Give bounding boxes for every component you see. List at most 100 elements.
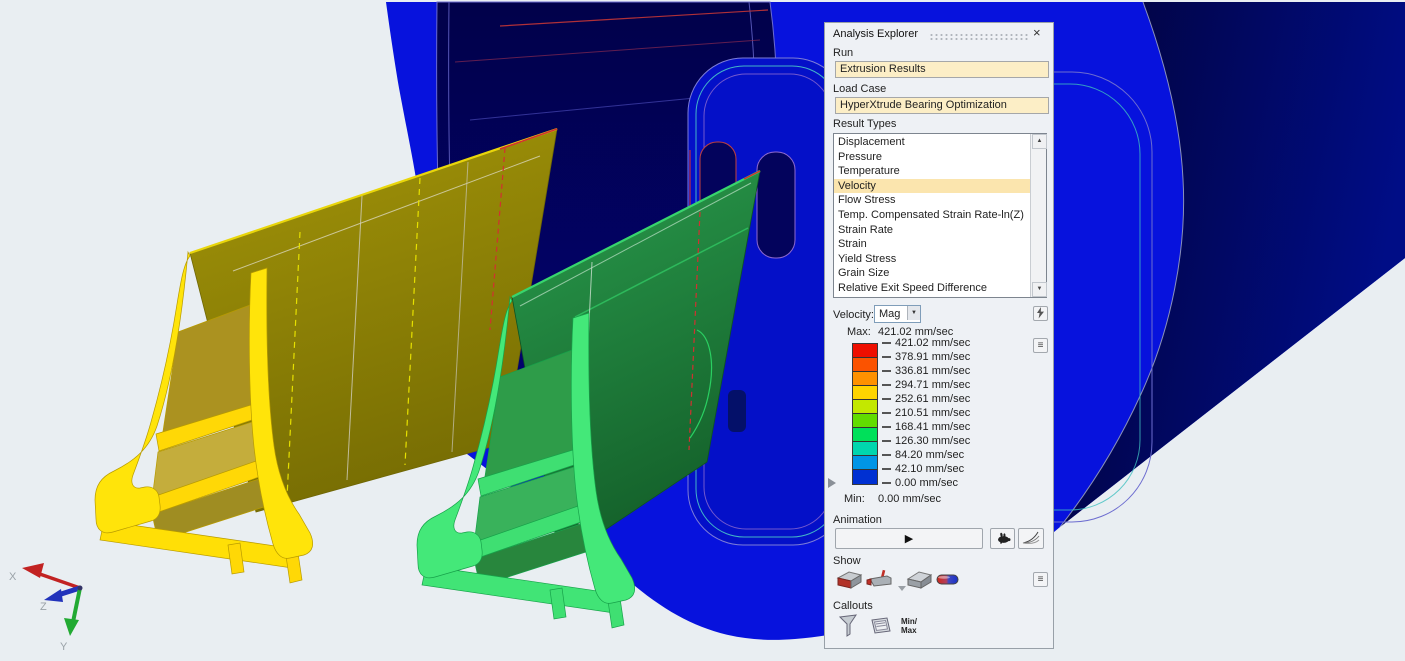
result-type-item[interactable]: Displacement: [834, 135, 1031, 150]
panel-title: Analysis Explorer: [833, 28, 918, 40]
load-case-field[interactable]: HyperXtrude Bearing Optimization: [835, 97, 1049, 114]
panel-drag-grip[interactable]: [929, 33, 1029, 41]
result-type-item[interactable]: Grain Size: [834, 266, 1031, 281]
viewport-3d[interactable]: X Z Y: [0, 0, 1405, 661]
result-type-item[interactable]: Temperature: [834, 164, 1031, 179]
legend-tick-value: 84.20 mm/sec: [895, 449, 964, 461]
lightning-icon: [1036, 307, 1045, 319]
legend-color-cell: [853, 344, 877, 358]
show-die-toggle[interactable]: [836, 569, 863, 594]
play-icon: ▶: [905, 533, 913, 545]
triad-x-label: X: [9, 571, 17, 583]
legend-tick-value: 336.81 mm/sec: [895, 365, 970, 377]
legend-tick-value: 421.02 mm/sec: [895, 337, 970, 349]
load-case-label: Load Case: [833, 83, 886, 95]
legend-tick-dash: [882, 482, 891, 484]
close-icon[interactable]: ×: [1033, 25, 1041, 40]
show-label: Show: [833, 555, 861, 567]
result-type-item[interactable]: Yield Stress: [834, 252, 1031, 267]
legend-color-cell: [853, 470, 877, 484]
legend-tick-dash: [882, 412, 891, 414]
die-icon: [836, 569, 863, 591]
legend-tick-dash: [882, 468, 891, 470]
legend-tick: 421.02 mm/sec: [882, 337, 970, 350]
legend-color-cell: [853, 414, 877, 428]
legend-slider-pointer[interactable]: [828, 478, 836, 488]
legend-menu-button[interactable]: ≡: [1033, 338, 1048, 353]
hamburger-icon: ≡: [1038, 574, 1044, 585]
legend-color-cell: [853, 442, 877, 456]
legend-tick: 126.30 mm/sec: [882, 435, 970, 448]
triad-y-label: Y: [60, 641, 68, 653]
bearing-capsule-icon: [936, 573, 959, 586]
result-type-item[interactable]: Velocity: [834, 179, 1031, 194]
legend-tick-value: 294.71 mm/sec: [895, 379, 970, 391]
triad-z-label: Z: [40, 601, 47, 613]
show-bearing-toggle[interactable]: [936, 573, 959, 589]
legend-tick-dash: [882, 398, 891, 400]
query-plot-button[interactable]: [1033, 306, 1048, 321]
animation-curve-button[interactable]: [1018, 528, 1044, 549]
legend-color-cell: [853, 358, 877, 372]
animation-label: Animation: [833, 514, 882, 526]
scroll-up-icon[interactable]: ▲: [1032, 134, 1047, 149]
result-type-item[interactable]: Temp. Compensated Strain Rate-ln(Z): [834, 208, 1031, 223]
hamburger-icon: ≡: [1038, 340, 1044, 351]
legend-tick-value: 210.51 mm/sec: [895, 407, 970, 419]
run-label: Run: [833, 47, 853, 59]
max-label: Max:: [847, 326, 871, 338]
legend-color-cell: [853, 372, 877, 386]
show-menu-button[interactable]: ≡: [1033, 572, 1048, 587]
result-type-item[interactable]: Pressure: [834, 150, 1031, 165]
show-billet-dropdown-caret[interactable]: [898, 586, 906, 591]
result-type-item[interactable]: Strain Rate: [834, 223, 1031, 238]
result-types-list: DisplacementPressureTemperatureVelocityF…: [834, 135, 1031, 297]
callout-minmax-label[interactable]: Min/ Max: [901, 617, 917, 635]
application-window: X Z Y Analysis Explorer × Run Extrusion …: [0, 0, 1405, 661]
legend-tick-dash: [882, 440, 891, 442]
ramp-curves-icon: [1022, 530, 1040, 544]
min-label: Min:: [844, 493, 865, 505]
legend-tick: 294.71 mm/sec: [882, 379, 970, 392]
legend-tick-value: 0.00 mm/sec: [895, 477, 958, 489]
legend-color-cell: [853, 456, 877, 470]
chevron-down-icon[interactable]: ▼: [907, 306, 920, 320]
legend-tick-dash: [882, 342, 891, 344]
velocity-component-dropdown[interactable]: Mag ▼: [874, 305, 921, 323]
run-field[interactable]: Extrusion Results: [835, 61, 1049, 78]
analysis-explorer-panel: Analysis Explorer × Run Extrusion Result…: [824, 22, 1054, 649]
result-types-listbox: DisplacementPressureTemperatureVelocityF…: [833, 133, 1047, 298]
legend-tick-value: 378.91 mm/sec: [895, 351, 970, 363]
legend-color-cell: [853, 386, 877, 400]
scroll-down-icon[interactable]: ▼: [1032, 282, 1047, 297]
rabbit-icon: [995, 531, 1011, 544]
legend-color-cell: [853, 428, 877, 442]
legend-tick-dash: [882, 384, 891, 386]
legend-tick-dash: [882, 370, 891, 372]
play-animation-button[interactable]: ▶: [835, 528, 983, 549]
legend-tick-value: 126.30 mm/sec: [895, 435, 970, 447]
billet-ram-icon: [866, 569, 894, 591]
result-type-item[interactable]: Strain: [834, 237, 1031, 252]
show-billet-toggle[interactable]: [866, 569, 894, 594]
legend-tick: 252.61 mm/sec: [882, 393, 970, 406]
legend-tick-value: 168.41 mm/sec: [895, 421, 970, 433]
legend-tick: 84.20 mm/sec: [882, 449, 964, 462]
callout-probe-button[interactable]: [839, 614, 861, 641]
result-type-item[interactable]: Relative Exit Speed Difference: [834, 281, 1031, 296]
animation-speed-button[interactable]: [990, 528, 1015, 549]
wedge-tool-icon: [906, 569, 933, 591]
probe-flag-icon: [839, 614, 861, 638]
note-icon: [869, 615, 893, 637]
legend-tick-value: 42.10 mm/sec: [895, 463, 964, 475]
legend-tick: 42.10 mm/sec: [882, 463, 964, 476]
legend-tick-value: 252.61 mm/sec: [895, 393, 970, 405]
callout-note-button[interactable]: [869, 615, 893, 640]
result-types-scrollbar[interactable]: ▲ ▼: [1030, 134, 1046, 297]
legend-tick: 336.81 mm/sec: [882, 365, 970, 378]
legend-tick-dash: [882, 356, 891, 358]
legend-tick: 0.00 mm/sec: [882, 477, 958, 490]
result-type-item[interactable]: Flow Stress: [834, 193, 1031, 208]
velocity-component-value: Mag: [879, 308, 900, 320]
show-tool-toggle[interactable]: [906, 569, 933, 594]
